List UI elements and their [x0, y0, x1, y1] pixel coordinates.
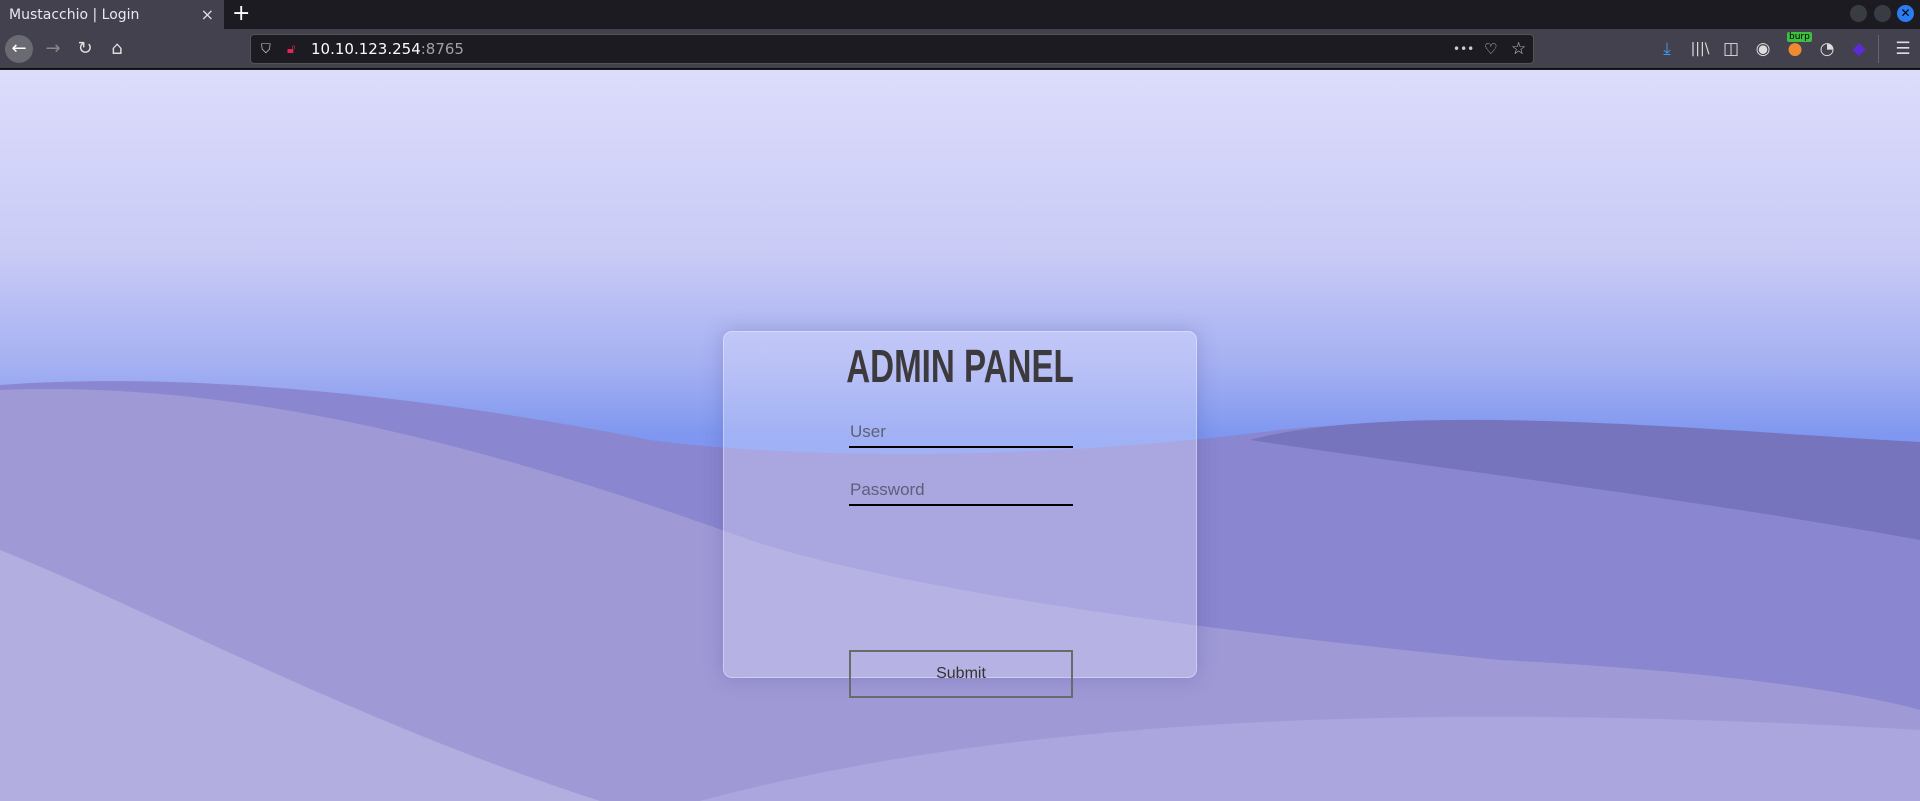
password-input[interactable]: [849, 476, 1073, 506]
url-host: 10.10.123.254: [311, 40, 421, 58]
panel-title: ADMIN PANEL: [846, 340, 1074, 392]
tab-title: Mustacchio | Login: [9, 6, 140, 23]
submit-button[interactable]: Submit: [849, 650, 1073, 698]
forward-button[interactable]: →: [39, 35, 67, 63]
layers-extension-icon[interactable]: ◆: [1847, 38, 1871, 60]
page-actions-button[interactable]: •••: [1453, 42, 1474, 56]
url-port: :8765: [420, 40, 464, 58]
bookmark-star-icon[interactable]: ☆: [1511, 39, 1526, 59]
burp-badge: burp: [1787, 32, 1812, 42]
login-page: ADMIN PANEL Submit: [0, 70, 1920, 801]
back-button[interactable]: ←: [5, 35, 33, 63]
maximize-button[interactable]: [1874, 5, 1891, 22]
reload-button[interactable]: ↻: [71, 35, 99, 63]
toolbar-divider: [1878, 35, 1879, 63]
library-icon[interactable]: |||\: [1688, 38, 1712, 60]
menu-icon[interactable]: ☰: [1891, 38, 1915, 60]
sidebar-icon[interactable]: ◫: [1719, 38, 1743, 60]
nav-toolbar: ← → ↻ ⌂ ⛉ 🔓︎ 10.10.123.254:8765 ••• ♡ ☆ …: [0, 29, 1920, 69]
insecure-lock-icon[interactable]: 🔓︎: [287, 42, 295, 57]
cookie-extension-icon[interactable]: ◔: [1815, 38, 1839, 60]
user-input[interactable]: [849, 418, 1073, 448]
minimize-button[interactable]: [1850, 5, 1867, 22]
address-bar[interactable]: ⛉ 🔓︎ 10.10.123.254:8765 ••• ♡ ☆: [250, 34, 1534, 64]
tab-bar: Mustacchio | Login × + ✕: [0, 0, 1920, 29]
login-panel: ADMIN PANEL Submit: [723, 331, 1197, 698]
shield-icon[interactable]: ⛉: [261, 42, 271, 57]
window-close-button[interactable]: ✕: [1897, 5, 1914, 22]
new-tab-button[interactable]: +: [232, 0, 250, 27]
account-icon[interactable]: ◉: [1751, 38, 1775, 60]
home-button[interactable]: ⌂: [103, 35, 131, 63]
tab-close-icon[interactable]: ×: [201, 5, 214, 24]
pocket-icon[interactable]: ♡: [1484, 40, 1497, 58]
tab-active[interactable]: Mustacchio | Login ×: [0, 0, 224, 29]
downloads-icon[interactable]: ⤓: [1655, 38, 1679, 60]
burp-extension-icon[interactable]: ● burp: [1783, 32, 1812, 60]
